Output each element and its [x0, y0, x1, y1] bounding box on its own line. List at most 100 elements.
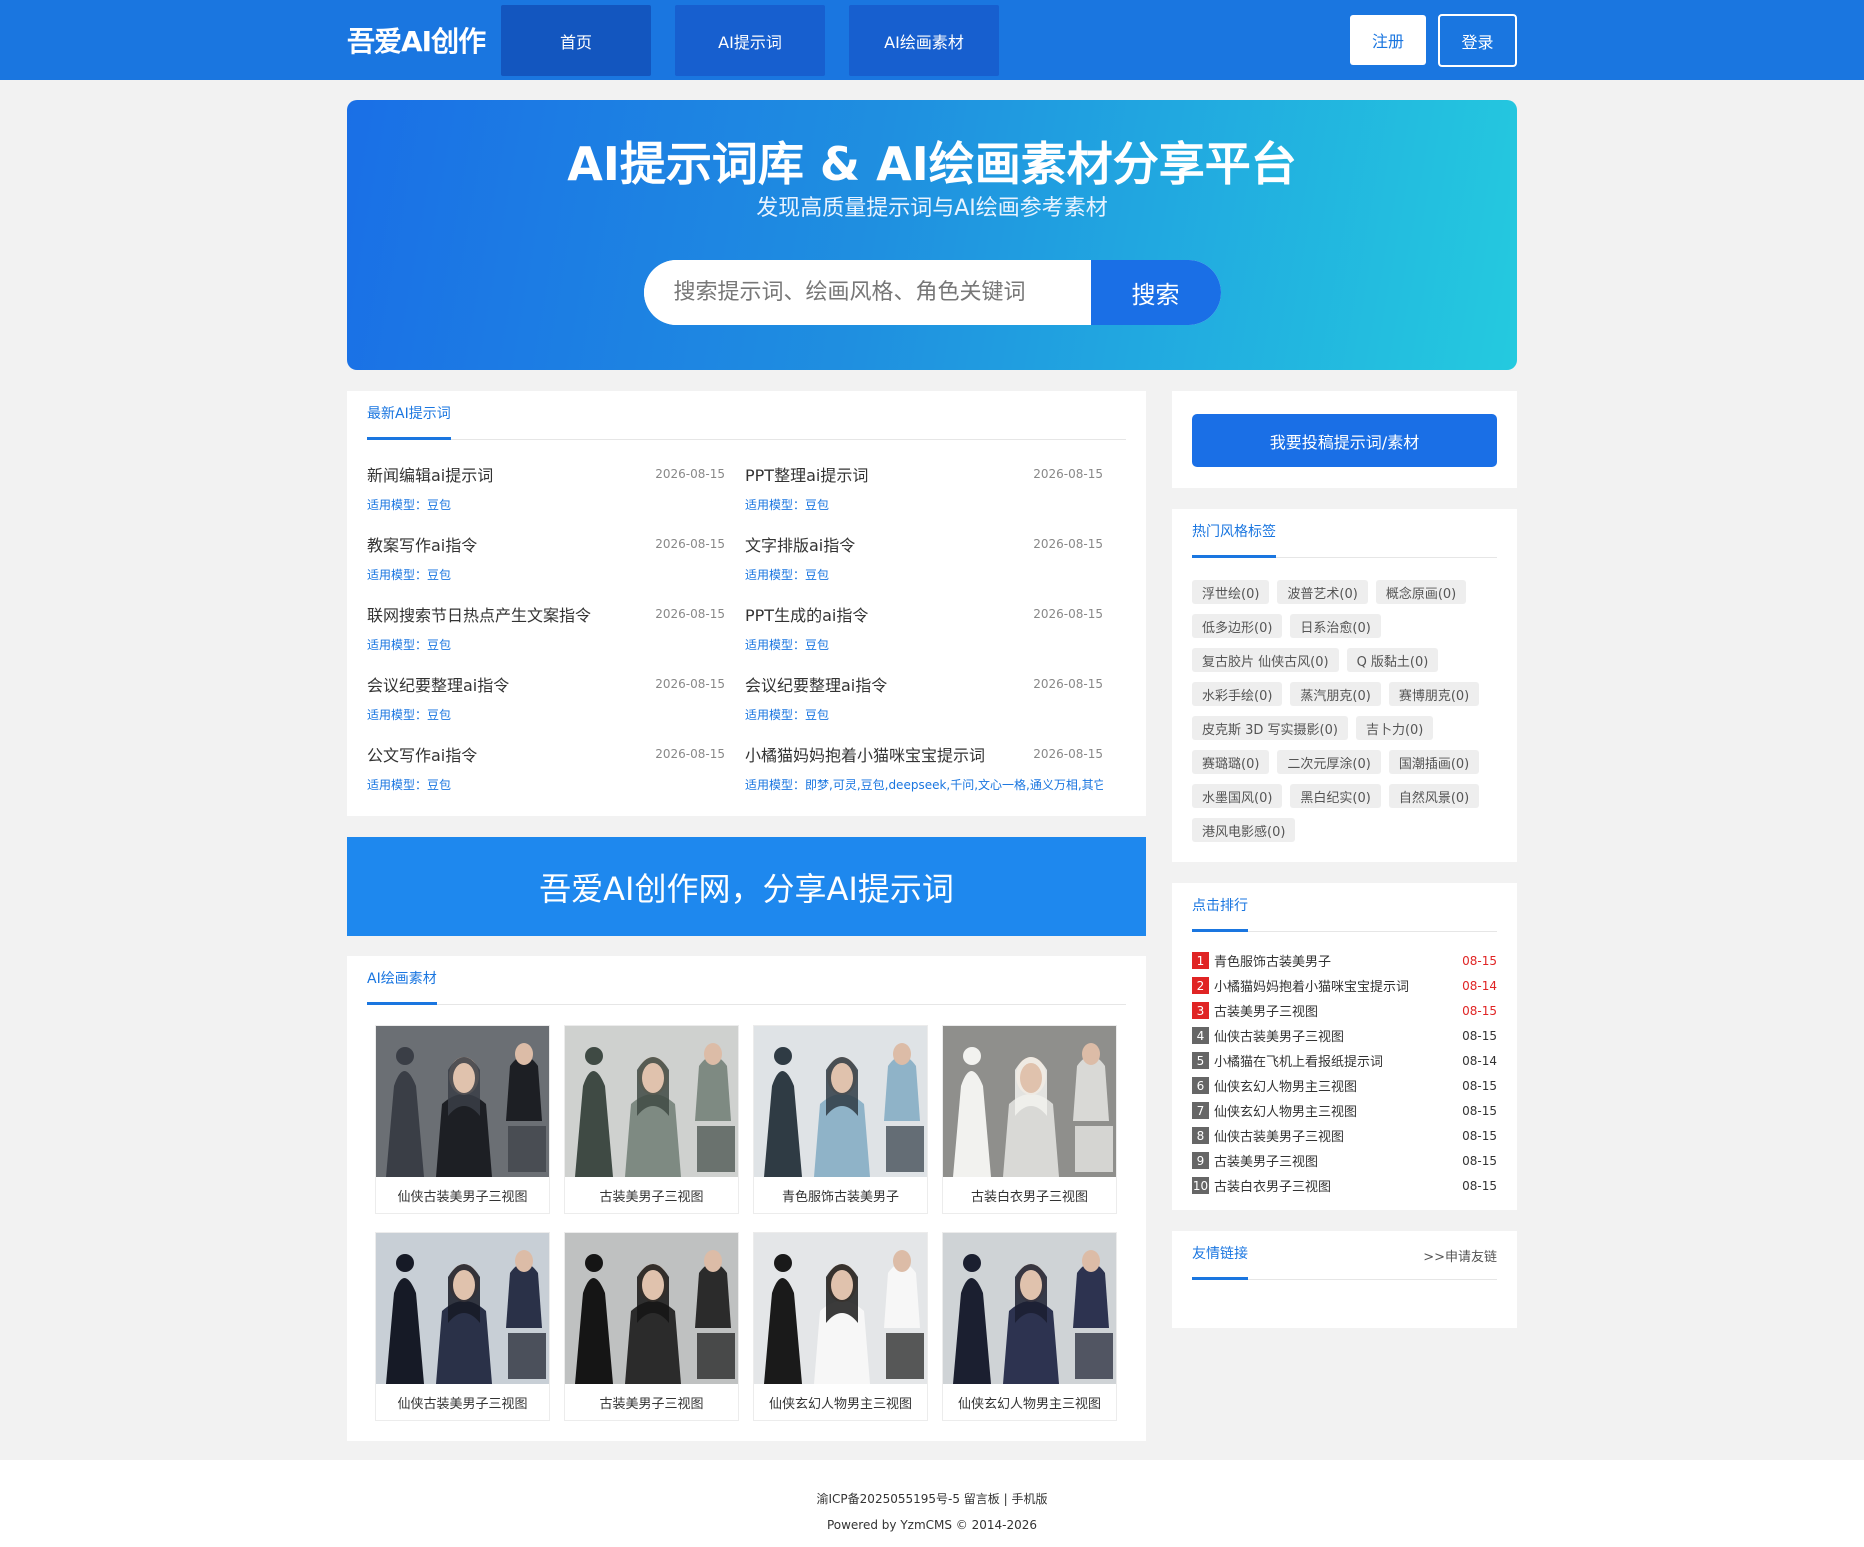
art-caption[interactable]: 古装美男子三视图	[565, 1384, 738, 1420]
art-thumbnail[interactable]	[943, 1233, 1116, 1384]
style-tag[interactable]: 复古胶片 仙侠古风(0)	[1192, 648, 1339, 672]
prompt-date: 2026-08-15	[655, 537, 725, 551]
art-card[interactable]: 青色服饰古装美男子	[753, 1025, 928, 1214]
nav-ai-prompts[interactable]: AI提示词	[675, 5, 825, 76]
footer-icp[interactable]: 渝ICP备2025055195号-5 留言板 | 手机版	[0, 1486, 1864, 1512]
art-caption[interactable]: 青色服饰古装美男子	[754, 1177, 927, 1213]
rank-item[interactable]: 5 小橘猫在飞机上看报纸提示词 08-14	[1192, 1048, 1497, 1073]
prompt-item[interactable]: 文字排版ai指令 2026-08-15 适用模型：豆包	[745, 532, 1103, 602]
art-thumbnail[interactable]	[565, 1026, 738, 1177]
style-tag[interactable]: 水彩手绘(0)	[1192, 682, 1283, 706]
latest-prompts-title: 最新AI提示词	[367, 403, 451, 440]
rank-item[interactable]: 2 小橘猫妈妈抱着小猫咪宝宝提示词 08-14	[1192, 973, 1497, 998]
style-tag[interactable]: 国潮插画(0)	[1388, 750, 1480, 774]
style-tag[interactable]: 二次元厚涂(0)	[1277, 750, 1381, 774]
prompt-title[interactable]: 联网搜索节日热点产生文案指令	[367, 602, 591, 626]
art-thumbnail[interactable]	[754, 1026, 927, 1177]
rank-title-link[interactable]: 仙侠玄幻人物男主三视图	[1214, 1076, 1462, 1095]
prompt-item[interactable]: 联网搜索节日热点产生文案指令 2026-08-15 适用模型：豆包	[367, 602, 725, 672]
rank-title-link[interactable]: 仙侠玄幻人物男主三视图	[1214, 1101, 1462, 1120]
register-button[interactable]: 注册	[1350, 15, 1426, 65]
art-thumbnail[interactable]	[943, 1026, 1116, 1177]
prompt-title[interactable]: 文字排版ai指令	[745, 532, 855, 556]
prompt-item[interactable]: 新闻编辑ai提示词 2026-08-15 适用模型：豆包	[367, 462, 725, 532]
search-input[interactable]	[643, 260, 1091, 325]
prompt-item[interactable]: 小橘猫妈妈抱着小猫咪宝宝提示词 2026-08-15 适用模型：即梦,可灵,豆包,d…	[745, 742, 1103, 812]
style-tag[interactable]: 港风电影感(0)	[1192, 818, 1296, 842]
rank-item[interactable]: 8 仙侠古装美男子三视图 08-15	[1192, 1123, 1497, 1148]
prompt-title[interactable]: 公文写作ai指令	[367, 742, 477, 766]
prompt-title[interactable]: 教案写作ai指令	[367, 532, 477, 556]
rank-title-link[interactable]: 仙侠古装美男子三视图	[1214, 1026, 1462, 1045]
art-card[interactable]: 仙侠玄幻人物男主三视图	[753, 1232, 928, 1421]
rank-item[interactable]: 7 仙侠玄幻人物男主三视图 08-15	[1192, 1098, 1497, 1123]
prompt-title[interactable]: 小橘猫妈妈抱着小猫咪宝宝提示词	[745, 742, 985, 766]
prompt-item[interactable]: PPT生成的ai指令 2026-08-15 适用模型：豆包	[745, 602, 1103, 672]
art-thumbnail[interactable]	[565, 1233, 738, 1384]
art-card[interactable]: 古装美男子三视图	[564, 1232, 739, 1421]
search-button[interactable]: 搜索	[1090, 260, 1221, 325]
style-tag[interactable]: 蒸汽朋克(0)	[1290, 682, 1381, 706]
rank-item[interactable]: 6 仙侠玄幻人物男主三视图 08-15	[1192, 1073, 1497, 1098]
style-tag[interactable]: 低多边形(0)	[1192, 614, 1283, 638]
rank-title-link[interactable]: 古装美男子三视图	[1214, 1001, 1462, 1020]
prompt-title[interactable]: PPT整理ai提示词	[745, 462, 868, 486]
art-caption[interactable]: 古装白衣男子三视图	[943, 1177, 1116, 1213]
style-tag[interactable]: 日系治愈(0)	[1290, 614, 1381, 638]
art-thumbnail[interactable]	[754, 1233, 927, 1384]
promo-banner[interactable]: 吾爱AI创作网，分享AI提示词	[347, 837, 1146, 936]
prompt-title[interactable]: PPT生成的ai指令	[745, 602, 868, 626]
style-tag[interactable]: 水墨国风(0)	[1192, 784, 1283, 808]
prompt-title[interactable]: 新闻编辑ai提示词	[367, 462, 493, 486]
nav-ai-art[interactable]: AI绘画素材	[849, 5, 999, 76]
art-caption[interactable]: 仙侠古装美男子三视图	[376, 1384, 549, 1420]
art-thumbnail[interactable]	[376, 1026, 549, 1177]
prompt-item[interactable]: 会议纪要整理ai指令 2026-08-15 适用模型：豆包	[367, 672, 725, 742]
rank-item[interactable]: 10 古装白衣男子三视图 08-15	[1192, 1173, 1497, 1198]
style-tag[interactable]: 赛博朋克(0)	[1388, 682, 1480, 706]
rank-title-link[interactable]: 青色服饰古装美男子	[1214, 951, 1462, 970]
art-card[interactable]: 古装美男子三视图	[564, 1025, 739, 1214]
art-caption[interactable]: 仙侠古装美男子三视图	[376, 1177, 549, 1213]
nav-home[interactable]: 首页	[501, 5, 651, 76]
submit-prompt-button[interactable]: 我要投稿提示词/素材	[1192, 414, 1497, 467]
rank-title-link[interactable]: 小橘猫在飞机上看报纸提示词	[1214, 1051, 1462, 1070]
art-caption[interactable]: 仙侠玄幻人物男主三视图	[943, 1384, 1116, 1420]
style-tag[interactable]: 自然风景(0)	[1388, 784, 1480, 808]
style-tag[interactable]: 黑白纪实(0)	[1290, 784, 1381, 808]
apply-link[interactable]: >>申请友链	[1423, 1246, 1497, 1279]
prompt-title[interactable]: 会议纪要整理ai指令	[367, 672, 509, 696]
prompt-item[interactable]: 教案写作ai指令 2026-08-15 适用模型：豆包	[367, 532, 725, 602]
art-caption[interactable]: 古装美男子三视图	[565, 1177, 738, 1213]
rank-title-link[interactable]: 古装白衣男子三视图	[1214, 1176, 1462, 1195]
rank-date: 08-15	[1462, 1153, 1497, 1168]
rank-title-link[interactable]: 仙侠古装美男子三视图	[1214, 1126, 1462, 1145]
art-card[interactable]: 仙侠玄幻人物男主三视图	[942, 1232, 1117, 1421]
prompt-item[interactable]: 会议纪要整理ai指令 2026-08-15 适用模型：豆包	[745, 672, 1103, 742]
rank-title: 点击排行	[1192, 895, 1248, 932]
rank-title-link[interactable]: 古装美男子三视图	[1214, 1151, 1462, 1170]
login-button[interactable]: 登录	[1438, 14, 1517, 67]
art-card[interactable]: 仙侠古装美男子三视图	[375, 1232, 550, 1421]
prompt-item[interactable]: PPT整理ai提示词 2026-08-15 适用模型：豆包	[745, 462, 1103, 532]
site-logo[interactable]: 吾爱AI创作	[347, 20, 501, 60]
style-tag[interactable]: 概念原画(0)	[1375, 580, 1467, 604]
rank-item[interactable]: 9 古装美男子三视图 08-15	[1192, 1148, 1497, 1173]
rank-item[interactable]: 1 青色服饰古装美男子 08-15	[1192, 948, 1497, 973]
style-tag[interactable]: 浮世绘(0)	[1192, 580, 1270, 604]
art-caption[interactable]: 仙侠玄幻人物男主三视图	[754, 1384, 927, 1420]
art-card[interactable]: 仙侠古装美男子三视图	[375, 1025, 550, 1214]
art-card[interactable]: 古装白衣男子三视图	[942, 1025, 1117, 1214]
prompt-item[interactable]: 公文写作ai指令 2026-08-15 适用模型：豆包	[367, 742, 725, 812]
rank-title-link[interactable]: 小橘猫妈妈抱着小猫咪宝宝提示词	[1214, 976, 1462, 995]
style-tag[interactable]: Q 版黏土(0)	[1346, 648, 1439, 672]
tags-panel: 热门风格标签 浮世绘(0) 波普艺术(0) 概念原画(0) 低多边形(0) 日系治愈(0…	[1172, 509, 1517, 862]
rank-item[interactable]: 3 古装美男子三视图 08-15	[1192, 998, 1497, 1023]
art-thumbnail[interactable]	[376, 1233, 549, 1384]
style-tag[interactable]: 赛璐璐(0)	[1192, 750, 1270, 774]
prompt-title[interactable]: 会议纪要整理ai指令	[745, 672, 887, 696]
style-tag[interactable]: 吉卜力(0)	[1355, 716, 1434, 740]
rank-item[interactable]: 4 仙侠古装美男子三视图 08-15	[1192, 1023, 1497, 1048]
style-tag[interactable]: 皮克斯 3D 写实摄影(0)	[1192, 716, 1348, 740]
style-tag[interactable]: 波普艺术(0)	[1277, 580, 1368, 604]
